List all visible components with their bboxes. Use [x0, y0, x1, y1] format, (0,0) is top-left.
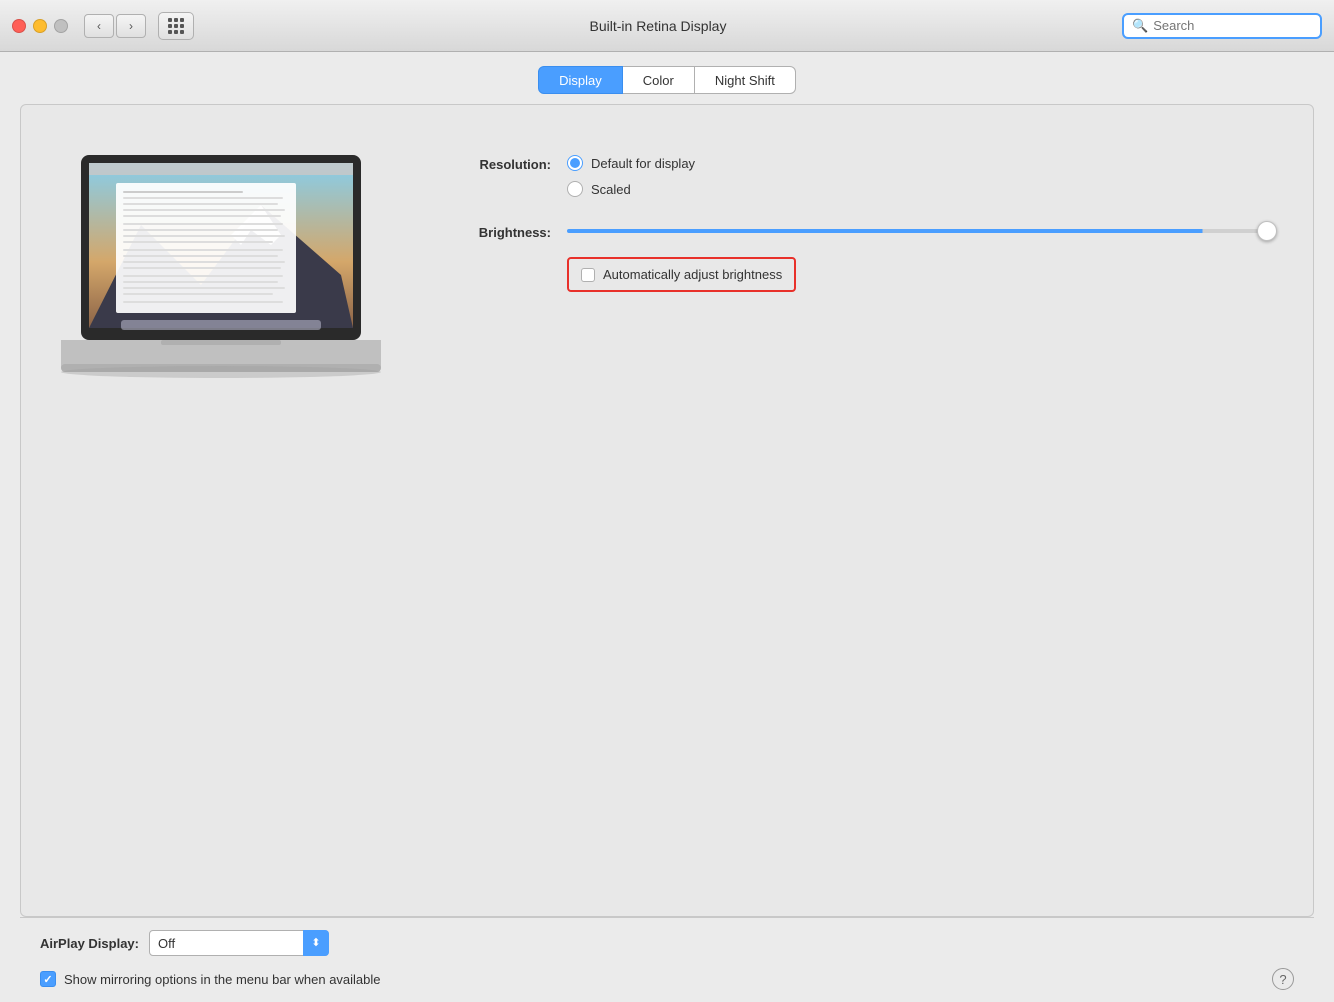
search-box[interactable]: 🔍 [1122, 13, 1322, 39]
panel-inner: Resolution: Default for display Scaled [21, 105, 1313, 430]
main-content: Display Color Night Shift [0, 52, 1334, 1002]
brightness-row: Brightness: [441, 221, 1273, 241]
radio-default-label: Default for display [591, 156, 695, 171]
tab-color[interactable]: Color [623, 66, 695, 94]
bottom-section: AirPlay Display: Off On ⬍ ✓ Show mirrori… [0, 917, 1334, 1002]
resolution-row: Resolution: Default for display Scaled [441, 155, 1273, 197]
content-panel: Resolution: Default for display Scaled [20, 104, 1314, 917]
laptop-illustration [61, 145, 381, 400]
resolution-radio-group: Default for display Scaled [567, 155, 695, 197]
auto-brightness-highlight: Automatically adjust brightness [567, 257, 796, 292]
brightness-slider-track [567, 229, 1273, 233]
grid-button[interactable] [158, 12, 194, 40]
tab-night-shift[interactable]: Night Shift [695, 66, 796, 94]
airplay-select-wrapper: Off On ⬍ [149, 930, 329, 956]
airplay-label: AirPlay Display: [40, 936, 139, 951]
search-input[interactable] [1153, 18, 1312, 33]
radio-dot [570, 158, 580, 168]
radio-default-circle [567, 155, 583, 171]
maximize-button[interactable] [54, 19, 68, 33]
back-button[interactable]: ‹ [84, 14, 114, 38]
grid-icon [168, 18, 184, 34]
help-button[interactable]: ? [1272, 968, 1294, 990]
tab-display[interactable]: Display [538, 66, 623, 94]
brightness-slider-container[interactable] [567, 221, 1273, 241]
search-icon: 🔍 [1132, 18, 1148, 34]
controls-section: Resolution: Default for display Scaled [441, 135, 1273, 292]
radio-scaled[interactable]: Scaled [567, 181, 695, 197]
brightness-slider-thumb[interactable] [1257, 221, 1277, 241]
resolution-label: Resolution: [441, 155, 551, 172]
auto-brightness-row: Automatically adjust brightness [567, 257, 1273, 292]
tab-bar: Display Color Night Shift [0, 52, 1334, 104]
close-button[interactable] [12, 19, 26, 33]
radio-scaled-label: Scaled [591, 182, 631, 197]
traffic-lights [12, 19, 68, 33]
minimize-button[interactable] [33, 19, 47, 33]
auto-brightness-checkbox[interactable] [581, 268, 595, 282]
nav-buttons: ‹ › [84, 14, 146, 38]
checkmark-icon: ✓ [43, 973, 52, 986]
mirror-checkbox[interactable]: ✓ [40, 971, 56, 987]
auto-brightness-label: Automatically adjust brightness [603, 267, 782, 282]
mirror-label: Show mirroring options in the menu bar w… [64, 972, 381, 987]
airplay-row: AirPlay Display: Off On ⬍ [20, 917, 1314, 968]
window-title: Built-in Retina Display [202, 18, 1114, 34]
airplay-select[interactable]: Off On [149, 930, 329, 956]
titlebar: ‹ › Built-in Retina Display 🔍 [0, 0, 1334, 52]
radio-scaled-circle [567, 181, 583, 197]
mirror-row: ✓ Show mirroring options in the menu bar… [20, 968, 1314, 1002]
radio-default[interactable]: Default for display [567, 155, 695, 171]
brightness-label: Brightness: [441, 223, 551, 240]
forward-button[interactable]: › [116, 14, 146, 38]
